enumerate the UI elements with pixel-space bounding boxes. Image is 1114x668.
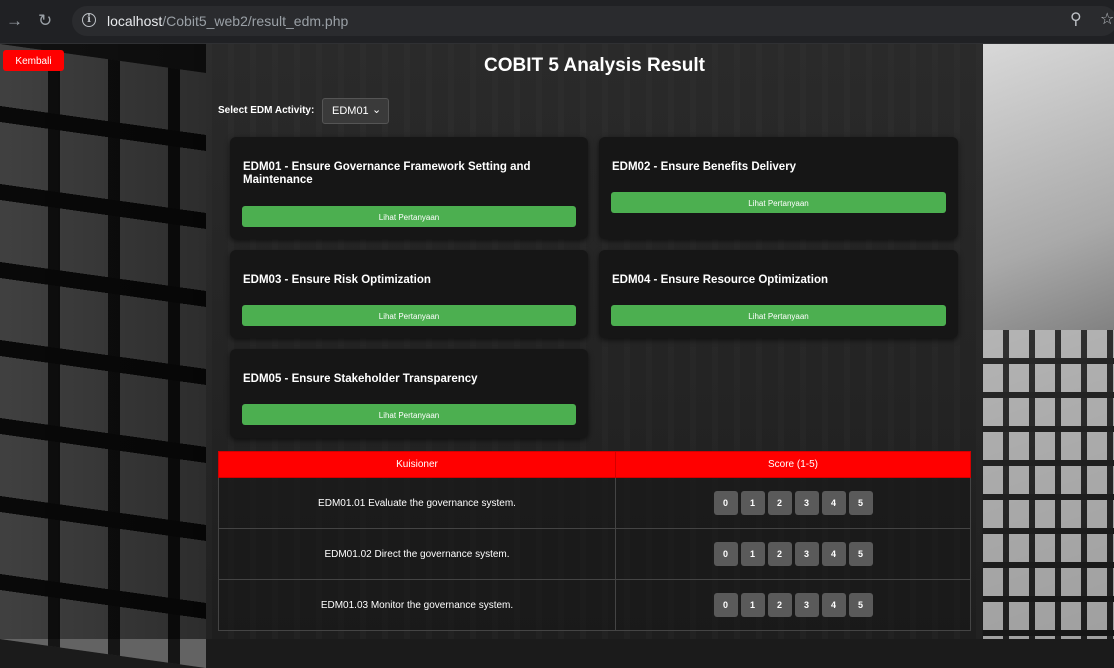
card-title: EDM03 - Ensure Risk Optimization (243, 274, 431, 286)
card-title: EDM02 - Ensure Benefits Delivery (612, 161, 797, 173)
page-title: COBIT 5 Analysis Result (483, 55, 706, 76)
background-building-windows (983, 330, 1114, 639)
score-button-3[interactable]: 3 (794, 593, 819, 617)
background-shade (0, 44, 206, 639)
address-bar[interactable]: i localhost/Cobit5_web2/result_edm.php ⚲… (72, 6, 1114, 36)
chevron-down-icon: ⌄ (372, 104, 382, 116)
score-options: 012345 (615, 528, 971, 580)
activity-select-label: Select EDM Activity: (218, 105, 315, 116)
view-questions-button[interactable]: Lihat Pertanyaan (242, 305, 576, 326)
activity-card-edm05: EDM05 - Ensure Stakeholder Transparency … (230, 349, 588, 438)
table-row: EDM01.03 Monitor the governance system. … (218, 579, 971, 631)
score-button-4[interactable]: 4 (821, 542, 846, 566)
activity-select-value: EDM01 (332, 105, 369, 117)
view-questions-button[interactable]: Lihat Pertanyaan (242, 404, 576, 425)
browser-toolbar: → ↻ i localhost/Cobit5_web2/result_edm.p… (0, 0, 1114, 44)
score-button-0[interactable]: 0 (713, 491, 738, 515)
score-button-4[interactable]: 4 (821, 491, 846, 515)
activity-select[interactable]: EDM01 ⌄ (322, 98, 389, 124)
card-title: EDM01 - Ensure Governance Framework Sett… (243, 161, 531, 186)
score-button-3[interactable]: 3 (794, 542, 819, 566)
bookmark-star-icon[interactable]: ☆ (1100, 9, 1114, 29)
back-arrow-icon[interactable]: → (6, 11, 23, 31)
question-text: EDM01.01 Evaluate the governance system. (218, 477, 616, 529)
table-row: EDM01.02 Direct the governance system. 0… (218, 528, 971, 580)
back-button[interactable]: Kembali (3, 50, 64, 71)
card-title: EDM04 - Ensure Resource Optimization (612, 274, 828, 286)
score-button-1[interactable]: 1 (740, 491, 765, 515)
zoom-icon[interactable]: ⚲ (1070, 9, 1082, 29)
view-questions-button[interactable]: Lihat Pertanyaan (611, 305, 946, 326)
score-button-2[interactable]: 2 (767, 593, 792, 617)
score-button-0[interactable]: 0 (713, 542, 738, 566)
table-row: EDM01.01 Evaluate the governance system.… (218, 477, 971, 529)
score-button-1[interactable]: 1 (740, 542, 765, 566)
activity-card-edm02: EDM02 - Ensure Benefits Delivery Lihat P… (599, 137, 958, 239)
info-icon[interactable]: i (82, 13, 96, 27)
score-button-0[interactable]: 0 (713, 593, 738, 617)
question-text: EDM01.03 Monitor the governance system. (218, 579, 616, 631)
score-button-5[interactable]: 5 (848, 593, 873, 617)
score-button-5[interactable]: 5 (848, 491, 873, 515)
score-button-5[interactable]: 5 (848, 542, 873, 566)
score-button-1[interactable]: 1 (740, 593, 765, 617)
score-button-2[interactable]: 2 (767, 542, 792, 566)
score-options: 012345 (615, 477, 971, 529)
score-options: 012345 (615, 579, 971, 631)
activity-card-edm03: EDM03 - Ensure Risk Optimization Lihat P… (230, 250, 588, 338)
card-title: EDM05 - Ensure Stakeholder Transparency (243, 373, 478, 385)
view-questions-button[interactable]: Lihat Pertanyaan (242, 206, 576, 227)
column-header-score: Score (1-5) (615, 451, 971, 478)
url-text: localhost/Cobit5_web2/result_edm.php (107, 13, 349, 29)
question-text: EDM01.02 Direct the governance system. (218, 528, 616, 580)
view-questions-button[interactable]: Lihat Pertanyaan (611, 192, 946, 213)
reload-icon[interactable]: ↻ (38, 11, 52, 31)
score-button-3[interactable]: 3 (794, 491, 819, 515)
activity-card-edm04: EDM04 - Ensure Resource Optimization Lih… (599, 250, 958, 338)
score-button-2[interactable]: 2 (767, 491, 792, 515)
activity-card-edm01: EDM01 - Ensure Governance Framework Sett… (230, 137, 588, 239)
table-header-row: Kuisioner Score (1-5) (218, 451, 971, 478)
questionnaire-table: Kuisioner Score (1-5) EDM01.01 Evaluate … (218, 451, 971, 631)
column-header-kuisioner: Kuisioner (218, 451, 616, 478)
score-button-4[interactable]: 4 (821, 593, 846, 617)
